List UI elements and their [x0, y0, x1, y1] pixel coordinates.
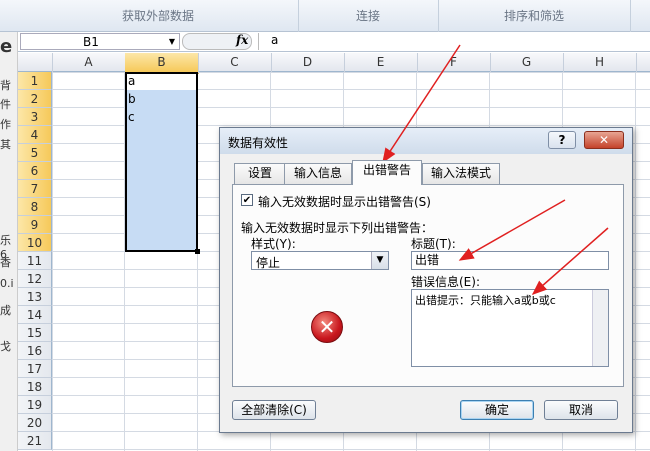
show-alert-checkbox[interactable]: ✔	[241, 194, 253, 206]
row-header[interactable]: 7	[18, 180, 52, 198]
column-header-d[interactable]: D	[271, 53, 345, 72]
row-header[interactable]: 10	[18, 234, 52, 252]
error-alert-panel: ✔ 输入无效数据时显示出错警告(S) 输入无效数据时显示下列出错警告： 样式(Y…	[232, 184, 624, 387]
error-message-textarea[interactable]: 出错提示：只能输入a或b或c	[411, 289, 609, 367]
cancel-button[interactable]: 取消	[544, 400, 618, 420]
ribbon-group-connections[interactable]: 连接	[298, 0, 439, 32]
show-alert-label[interactable]: 输入无效数据时显示出错警告(S)	[258, 193, 431, 210]
row-header[interactable]: 20	[18, 414, 52, 432]
fragment-text: 其	[0, 138, 11, 151]
row-header[interactable]: 6	[18, 162, 52, 180]
row-header[interactable]: 9	[18, 216, 52, 234]
row-header[interactable]: 17	[18, 360, 52, 378]
error-stop-icon: ✕	[311, 311, 343, 343]
ribbon-group-sort-filter[interactable]: 排序和筛选	[438, 0, 631, 32]
fragment-text: 戈	[0, 340, 11, 353]
tab-error-alert[interactable]: 出错警告	[352, 160, 422, 185]
fragment-text: 背	[0, 79, 11, 92]
ribbon-bar: 获取外部数据 连接 排序和筛选	[0, 0, 650, 32]
fill-handle[interactable]	[195, 249, 200, 254]
fragment-text: e	[0, 36, 13, 57]
row-header[interactable]: 13	[18, 288, 52, 306]
select-all-corner[interactable]	[18, 53, 53, 72]
dialog-titlebar[interactable]: 数据有效性 ? ✕	[220, 128, 632, 154]
error-message-text: 出错提示：只能输入a或b或c	[415, 294, 556, 307]
help-button[interactable]: ?	[548, 131, 576, 149]
grid-line	[52, 449, 650, 450]
fragment-text: 作	[0, 118, 11, 131]
section-label: 输入无效数据时显示下列出错警告：	[241, 221, 434, 235]
tab-ime-mode[interactable]: 输入法模式	[422, 163, 500, 184]
column-header-e[interactable]: E	[344, 53, 418, 72]
formula-input[interactable]: a	[258, 33, 650, 50]
style-select-value: 停止	[256, 256, 281, 270]
column-header-c[interactable]: C	[198, 53, 272, 72]
active-cell[interactable]	[127, 74, 196, 90]
row-header[interactable]: 14	[18, 306, 52, 324]
data-validation-dialog: 数据有效性 ? ✕ 设置 输入信息 出错警告 输入法模式 ✔ 输入无效数据时显示…	[219, 127, 633, 433]
row-headers: 1 2 3 4 5 6 7 8 9 10 11 12 13 14 15 16 1…	[18, 72, 52, 451]
row-header[interactable]: 11	[18, 252, 52, 270]
row-header[interactable]: 21	[18, 432, 52, 450]
row-header[interactable]: 1	[18, 72, 52, 90]
column-header-f[interactable]: F	[417, 53, 491, 72]
row-header[interactable]: 15	[18, 324, 52, 342]
close-button[interactable]: ✕	[584, 131, 624, 149]
row-header[interactable]: 5	[18, 144, 52, 162]
formula-bar: B1 ▼ fx a	[18, 32, 650, 52]
selected-range[interactable]	[125, 72, 198, 252]
dialog-title: 数据有效性	[228, 136, 289, 150]
fragment-text: 0.i	[0, 277, 14, 290]
background-window-strip: e 背 件 作 其 乐6 香 0.i 成 戈	[0, 32, 18, 451]
clear-all-button[interactable]: 全部清除(C)	[232, 400, 316, 420]
row-header[interactable]: 3	[18, 108, 52, 126]
title-input[interactable]: 出错	[411, 251, 609, 270]
tab-settings[interactable]: 设置	[234, 163, 286, 184]
message-label: 错误信息(E):	[411, 275, 480, 289]
row-header[interactable]: 18	[18, 378, 52, 396]
chevron-down-icon[interactable]: ▼	[169, 37, 175, 46]
style-label: 样式(Y):	[251, 237, 296, 251]
cell-b2[interactable]: b	[128, 92, 136, 106]
row-header[interactable]: 8	[18, 198, 52, 216]
row-header[interactable]: 4	[18, 126, 52, 144]
row-header[interactable]: 16	[18, 342, 52, 360]
fragment-text: 件	[0, 98, 11, 111]
ribbon-group-get-external-data[interactable]: 获取外部数据	[18, 0, 299, 32]
ok-button[interactable]: 确定	[460, 400, 534, 420]
column-header-b[interactable]: B	[125, 53, 199, 74]
title-label: 标题(T):	[411, 237, 456, 251]
row-header[interactable]: 2	[18, 90, 52, 108]
tab-input-message[interactable]: 输入信息	[284, 163, 352, 184]
fragment-text: 香	[0, 256, 11, 269]
chevron-down-icon[interactable]: ▼	[371, 252, 388, 269]
row-header[interactable]: 12	[18, 270, 52, 288]
column-header-h[interactable]: H	[563, 53, 637, 72]
textarea-scrollbar[interactable]	[592, 290, 608, 366]
column-header-g[interactable]: G	[490, 53, 564, 72]
fragment-text: 成	[0, 304, 11, 317]
name-box[interactable]: B1 ▼	[20, 33, 180, 50]
row-header[interactable]: 19	[18, 396, 52, 414]
column-headers: A B C D E F G H	[18, 53, 650, 74]
insert-function-icon[interactable]: fx	[236, 33, 248, 47]
column-header-a[interactable]: A	[52, 53, 126, 72]
style-select[interactable]: 停止 ▼	[251, 251, 389, 270]
cell-b3[interactable]: c	[128, 110, 135, 124]
cell-b1[interactable]: a	[128, 74, 135, 88]
name-box-value: B1	[83, 35, 99, 49]
